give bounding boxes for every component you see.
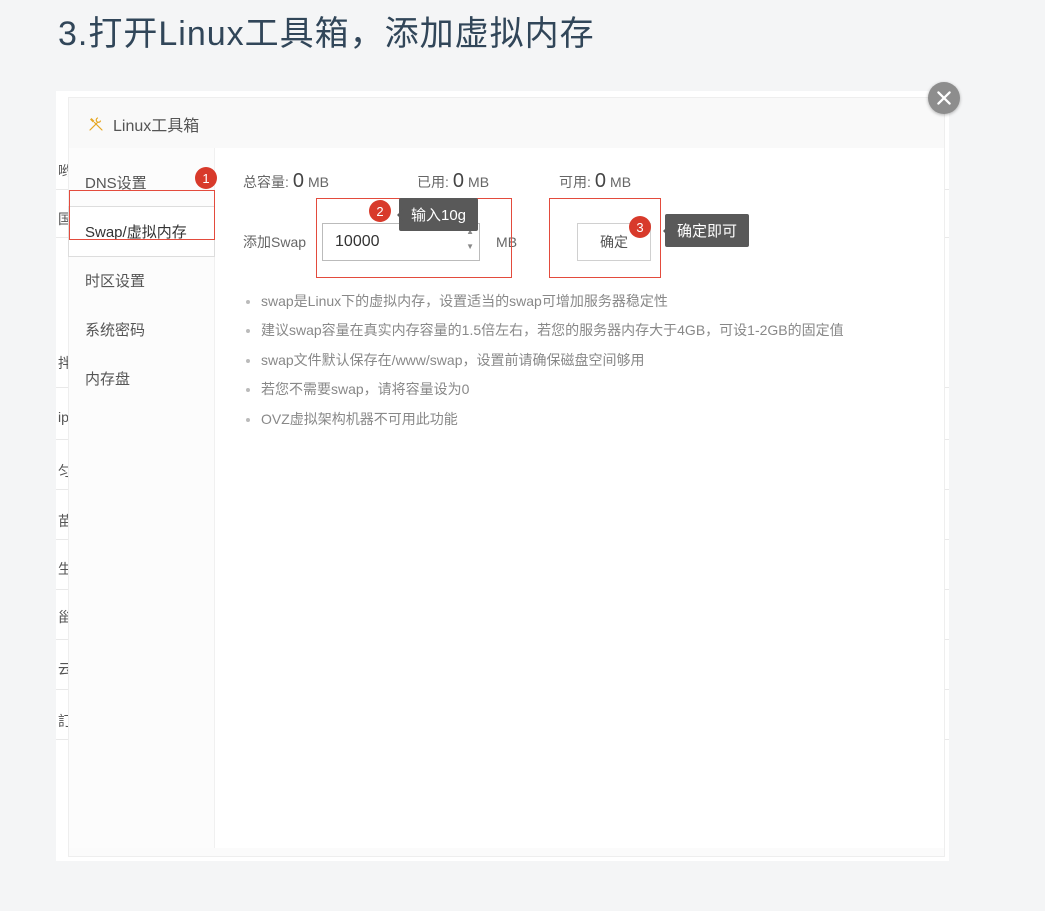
add-swap-row: 添加Swap ▲ ▼ MB 确定 <box>243 223 916 261</box>
step-title: 3.打开Linux工具箱，添加虚拟内存 <box>58 6 987 55</box>
close-button[interactable] <box>928 82 960 114</box>
linux-toolbox-modal: Linux工具箱 DNS设置 Swap/虚拟内存 时区设置 系统密码 内存盘 总… <box>68 97 945 857</box>
stat-total-value: 0 <box>293 170 304 193</box>
modal-title-text: Linux工具箱 <box>113 112 199 136</box>
add-swap-label: 添加Swap <box>243 232 306 252</box>
stat-total-label: 总容量: <box>243 172 289 192</box>
hint-item: swap文件默认保存在/www/swap，设置前请确保磁盘空间够用 <box>261 346 916 375</box>
stat-used-unit: MB <box>468 174 489 190</box>
stat-total: 总容量: 0 MB <box>243 170 329 193</box>
sidebar-item-syspwd[interactable]: 系统密码 <box>69 305 214 354</box>
swap-input-wrap: ▲ ▼ <box>322 223 480 261</box>
hint-item: swap是Linux下的虚拟内存，设置适当的swap可增加服务器稳定性 <box>261 287 916 316</box>
stats-row: 总容量: 0 MB 已用: 0 MB 可用: 0 MB <box>243 170 916 193</box>
sidebar-item-ramdisk[interactable]: 内存盘 <box>69 354 214 403</box>
sidebar-item-dns[interactable]: DNS设置 <box>69 158 214 207</box>
spinner-down-icon: ▼ <box>463 243 477 256</box>
stat-avail: 可用: 0 MB <box>559 170 631 193</box>
stat-used-label: 已用: <box>417 172 449 192</box>
stat-avail-label: 可用: <box>559 172 591 192</box>
modal-title: Linux工具箱 <box>87 112 199 136</box>
screenshot-frame: 哟 国 拌 ip 匀 苗 生 甾 云 訂 <box>56 91 949 861</box>
swap-size-input[interactable] <box>323 224 479 260</box>
sidebar-item-timezone[interactable]: 时区设置 <box>69 256 214 305</box>
hint-item: 若您不需要swap，请将容量设为0 <box>261 375 916 404</box>
stat-used: 已用: 0 MB <box>417 170 489 193</box>
hint-list: swap是Linux下的虚拟内存，设置适当的swap可增加服务器稳定性 建议sw… <box>243 287 916 434</box>
hint-item: 建议swap容量在真实内存容量的1.5倍左右，若您的服务器内存大于4GB，可设1… <box>261 316 916 345</box>
close-icon <box>937 91 951 105</box>
swap-unit-label: MB <box>496 234 517 250</box>
stat-avail-unit: MB <box>610 174 631 190</box>
confirm-button[interactable]: 确定 <box>577 223 651 261</box>
stat-total-unit: MB <box>308 174 329 190</box>
hint-item: OVZ虚拟架构机器不可用此功能 <box>261 405 916 434</box>
stat-used-value: 0 <box>453 170 464 193</box>
main-panel: 总容量: 0 MB 已用: 0 MB 可用: 0 MB <box>215 148 944 848</box>
stat-avail-value: 0 <box>595 170 606 193</box>
spinner-up-icon: ▲ <box>463 228 477 241</box>
sidebar: DNS设置 Swap/虚拟内存 时区设置 系统密码 内存盘 <box>69 148 215 848</box>
tools-icon <box>87 115 105 133</box>
sidebar-item-swap[interactable]: Swap/虚拟内存 <box>69 207 214 256</box>
spinner[interactable]: ▲ ▼ <box>463 228 477 256</box>
modal-header: Linux工具箱 <box>69 98 944 151</box>
